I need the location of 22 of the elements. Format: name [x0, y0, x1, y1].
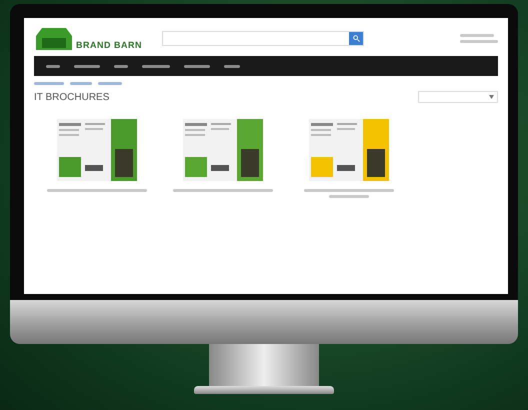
blurred-text	[224, 64, 240, 68]
blurred-text	[184, 64, 210, 68]
blurred-text	[74, 64, 100, 68]
search-field[interactable]	[162, 30, 364, 46]
blurred-text	[46, 64, 60, 68]
search-icon	[352, 34, 360, 42]
logo-text: BRAND BARN	[76, 40, 142, 50]
blurred-text	[142, 64, 170, 68]
barn-logo-icon	[34, 26, 74, 50]
blurred-text	[460, 34, 494, 36]
blurred-text	[98, 82, 122, 85]
caret-icon	[489, 95, 494, 99]
blurred-text	[34, 82, 64, 85]
brochure-thumbnail[interactable]	[309, 119, 389, 181]
blurred-text	[460, 40, 498, 42]
page-heading: IT BROCHURES	[34, 92, 110, 102]
blurred-text	[70, 82, 92, 85]
blurred-text	[114, 64, 128, 68]
blurred-text	[329, 195, 369, 198]
brochure-thumbnail[interactable]	[57, 119, 137, 181]
brochure-thumbnail[interactable]	[183, 119, 263, 181]
search-button[interactable]	[349, 32, 363, 44]
